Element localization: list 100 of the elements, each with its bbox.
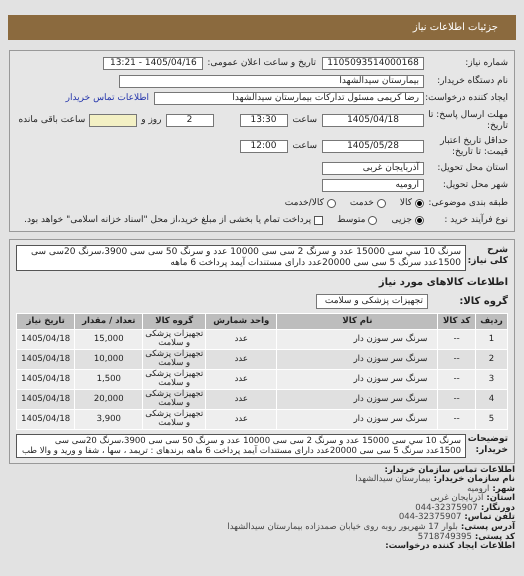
table-cell-text: تجهیزات پزشکی و سلامت — [144, 370, 204, 388]
checkbox-label: پرداخت تمام یا بخشی از مبلغ خرید،از محل "اسناد خزانه اسلامی" خواهد بود. — [24, 214, 312, 227]
contact-value: 044-32375907 — [415, 504, 478, 513]
table-cell-text: تجهیزات پزشکی و سلامت — [144, 390, 204, 408]
field-label: گروه کالا: — [458, 294, 508, 308]
table-cell-text: -- — [452, 412, 461, 426]
field-label: تاریخ و ساعت اعلان عمومی: — [207, 57, 316, 70]
field-label: نام دستگاه خریدار: — [436, 74, 508, 88]
checkbox[interactable] — [314, 216, 324, 226]
contact-label: شهر: — [492, 484, 515, 494]
table-cell-text: 20,000 — [92, 392, 125, 406]
column-header: تعداد / مقدار — [75, 314, 142, 328]
contact-label: کد پستی: — [474, 532, 515, 542]
field-label: ساعت — [292, 140, 317, 153]
validity-time-field: 12:00 — [240, 140, 288, 153]
table-cell-text: عدد — [234, 372, 249, 386]
field-label: ساعت باقی مانده — [18, 114, 86, 127]
table-cell-text: عدد — [234, 412, 249, 426]
field-label: توضیحات خریدار: — [466, 434, 508, 456]
column-header: ردیف — [476, 314, 507, 328]
city-field: ارومیه — [322, 179, 424, 192]
description-box: سرنگ 10 سي سی 15000 عدد و سرنگ 2 سی سی 10000 عدد و سرنگ 50 سی سی 3900،سرنگ 20سی سی 1500عدد سرنگ 5 سی سی 20000عدد دارای مستندات آیمد پرداخت 6 ماهه — [16, 244, 466, 270]
table-cell-text: تجهیزات پزشکی و سلامت — [144, 350, 204, 368]
table-cell-text: 5 — [488, 412, 496, 426]
contact-value: بلوار 17 شهریور روبه روی خیابان صمدزاده بیمارستان سیدالشهدا — [227, 523, 458, 532]
table-cell-text: 4 — [488, 392, 496, 406]
table-cell-text: سرنگ سر سوزن دار — [352, 352, 428, 366]
field-label: نوع فرآیند خرید : — [443, 214, 508, 227]
radio-button[interactable] — [368, 216, 378, 226]
announce-date-field: 1405/04/16 - 13:21 — [103, 57, 204, 70]
table-cell-text: عدد — [234, 392, 249, 406]
table-cell-text: 2 — [488, 352, 496, 366]
table-cell-text: سرنگ سر سوزن دار — [352, 332, 428, 346]
table-cell-text: 1405/04/18 — [20, 352, 72, 366]
contact-label: نام سازمان خریدار: — [434, 475, 515, 484]
radio-button[interactable] — [326, 198, 336, 208]
column-header: واحد شمارش — [206, 314, 276, 328]
radio-button[interactable] — [376, 198, 386, 208]
field-label: طبقه بندی موضوعی: — [427, 196, 508, 210]
contact-value: 5718749395 — [418, 532, 472, 542]
table-cell-text: 1 — [488, 332, 496, 346]
need-number-field: 1105093514000168 — [322, 57, 424, 70]
table-cell-text: عدد — [234, 352, 249, 366]
field-label: شماره نیاز: — [464, 57, 508, 70]
table-cell-text: 1405/04/18 — [20, 412, 72, 426]
table-cell-text: سرنگ سر سوزن دار — [352, 372, 428, 386]
field-label: روز و — [141, 114, 162, 127]
radio-label: خدمت — [350, 196, 374, 210]
contact-value: آذربایجان غربی — [430, 494, 484, 504]
contact-label: دورنگار: — [480, 504, 515, 513]
field-label: شهر محل تحویل: — [442, 179, 508, 192]
column-header: نام کالا — [277, 314, 438, 328]
table-cell-text: 1405/04/18 — [20, 372, 72, 386]
column-header: تاریخ نیاز — [17, 314, 74, 328]
remaining-hours-field — [89, 114, 138, 127]
contact-value: ارومیه — [467, 484, 490, 494]
radio-label: جزیی — [391, 214, 412, 227]
table-cell-text: 10,000 — [92, 352, 125, 366]
buyer-contact-link[interactable]: اطلاعات تماس خریدار — [66, 92, 149, 106]
contact-label: آدرس پستی: — [460, 523, 515, 532]
field-label: ایجاد کننده درخواست: — [424, 92, 508, 105]
deadline-time-field: 13:30 — [240, 114, 288, 127]
table-cell-text: -- — [452, 372, 461, 386]
province-field: آذربایجان غربی — [322, 162, 424, 175]
creator-heading: اطلاعات ایجاد کننده درخواست: — [384, 542, 515, 552]
table-cell-text: 1405/04/18 — [20, 392, 72, 406]
goods-group-field: تجهیزات پزشکی و سلامت — [316, 294, 428, 308]
table-cell-text: -- — [452, 332, 461, 346]
table-cell-text: 15,000 — [92, 332, 125, 346]
radio-label: کالا — [400, 196, 412, 210]
column-header: گروه کالا — [143, 314, 206, 328]
table-cell-text: سرنگ سر سوزن دار — [352, 392, 428, 406]
contact-label: استان: — [486, 494, 515, 504]
table-cell-text: سرنگ سر سوزن دار — [352, 412, 428, 426]
field-label: استان محل تحویل: — [436, 162, 508, 174]
contact-value: 044-32375907 — [398, 513, 462, 522]
field-label: شرح کلی نیاز: — [466, 244, 508, 266]
buyer-field: بیمارستان سیدالشهدا — [119, 74, 424, 88]
creator-field: رضا کریمی مسئول تدارکات بیمارستان سیدالشهدا — [154, 92, 424, 106]
table-cell-text: 1,500 — [96, 372, 122, 386]
column-header: کد کالا — [438, 314, 475, 328]
validity-date-field: 1405/05/28 — [322, 140, 424, 153]
radio-label: کالا/خدمت — [284, 196, 324, 210]
contact-value: بیمارستان سیدالشهدا — [355, 475, 431, 485]
table-cell-text: -- — [452, 392, 461, 406]
radio-button[interactable] — [415, 198, 424, 208]
days-field: 2 — [166, 114, 214, 127]
buyer-notes-box: سرنگ 10 سي سی 15000 عدد و سرنگ 2 سی سی 10000 عدد و سرنگ 50 سی سی 3900،سرنگ 20سی سی 1500عدد سرنگ 5 سی سی 20000عدد دارای مستندات آیمد پرداخت 6 ماهه برندهای : تریمد ، سها ، شفا و ورید و والا طب — [16, 434, 466, 458]
table-cell-text: 3,900 — [96, 412, 122, 426]
field-label: حداقل تاریخ اعتبار قیمت: تا تاریخ: — [438, 136, 508, 158]
radio-button[interactable] — [415, 216, 424, 226]
table-cell-text: عدد — [234, 332, 249, 346]
contact-heading: اطلاعات تماس سازمان خریدار: — [384, 466, 515, 474]
contact-label: تلفن تماس: — [464, 513, 515, 522]
radio-label: متوسط — [337, 214, 366, 227]
section-heading: اطلاعات کالاهای مورد نیاز — [378, 276, 508, 290]
table-cell-text: تجهیزات پزشکی و سلامت — [144, 330, 204, 348]
table-cell-text: 3 — [488, 372, 496, 386]
page-header: جزئیات اطلاعات نیاز — [8, 15, 516, 40]
field-label: ساعت — [292, 114, 317, 127]
